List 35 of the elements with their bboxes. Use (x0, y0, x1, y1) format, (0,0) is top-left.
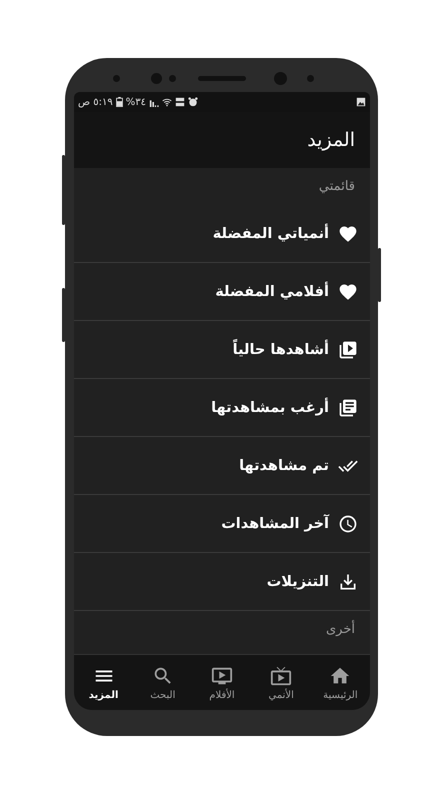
clock-time: ٥:١٩ ص (78, 96, 113, 108)
nav-tab[interactable]: الأفلام (192, 655, 252, 710)
alarm-icon (188, 97, 198, 107)
menu-item[interactable]: التنزيلات (74, 553, 370, 611)
wifi-icon (162, 97, 172, 107)
nav-tab[interactable]: الأنمي (252, 655, 311, 710)
tv-icon (270, 664, 292, 686)
menu-item[interactable]: أرغب بمشاهدتها (74, 379, 370, 437)
page-title: المزيد (307, 129, 355, 151)
menu-item[interactable]: أنمياتي المفضلة (74, 205, 370, 263)
clock-icon (338, 514, 358, 534)
nav-tab[interactable]: المزيد (74, 655, 134, 710)
heart-icon (338, 282, 358, 302)
play-stack-icon (338, 340, 358, 360)
document-stack-icon (338, 398, 358, 418)
camera-lens (274, 72, 287, 85)
sensor-dot (113, 75, 120, 82)
menu-item[interactable]: تم مشاهدتها (74, 437, 370, 495)
menu-item[interactable]: أشاهدها حالياً (74, 321, 370, 379)
image-icon (356, 97, 366, 107)
battery-percent: %٣٤ (126, 96, 146, 108)
speaker-grille (198, 76, 246, 81)
download-icon (338, 572, 358, 592)
nav-tab[interactable]: البحث (133, 655, 192, 710)
section-header: أخرى (326, 622, 355, 637)
sensor-dot (307, 75, 314, 82)
section-header: قائمتي (318, 179, 355, 194)
volte-icon (175, 97, 186, 107)
battery-icon (116, 97, 123, 107)
sensor-dot (169, 75, 176, 82)
heart-icon (338, 224, 358, 244)
menu-item[interactable]: آخر المشاهدات (74, 495, 370, 553)
sensor-dot (151, 73, 162, 84)
nav-tab[interactable]: الرئيسية (310, 655, 370, 710)
menu-item[interactable]: أفلامي المفضلة (74, 263, 370, 321)
